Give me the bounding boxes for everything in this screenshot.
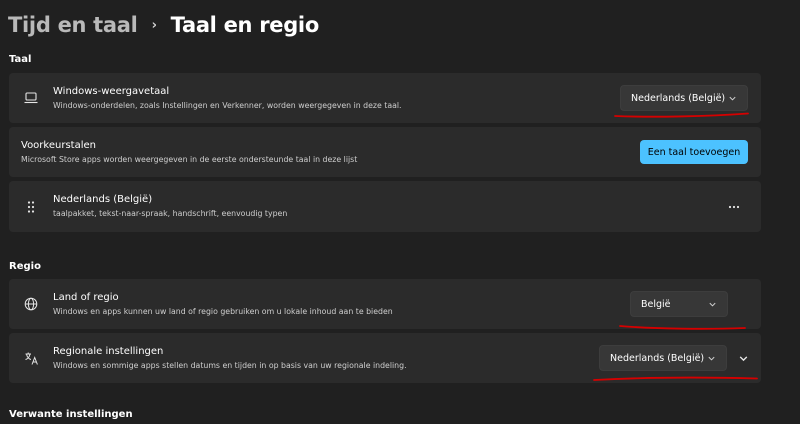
display-language-dropdown[interactable]: Nederlands (België) bbox=[620, 85, 748, 111]
country-region-description: Windows en apps kunnen uw land of regio … bbox=[53, 307, 393, 316]
language-item-title: Nederlands (België) bbox=[53, 194, 153, 205]
chevron-down-icon bbox=[709, 302, 716, 307]
chevron-right-icon: › bbox=[151, 17, 157, 33]
display-language-selected: Nederlands (België) bbox=[631, 92, 726, 104]
section-title-region: Regio bbox=[9, 261, 41, 272]
globe-icon bbox=[21, 294, 41, 314]
annotation-underline bbox=[593, 376, 758, 381]
language-format-icon bbox=[21, 348, 41, 368]
annotation-underline bbox=[619, 325, 746, 330]
more-options-icon[interactable] bbox=[724, 197, 744, 217]
display-language-title: Windows-weergavetaal bbox=[53, 86, 170, 97]
drag-handle-icon[interactable] bbox=[21, 197, 41, 217]
expand-chevron-icon[interactable] bbox=[732, 347, 754, 369]
country-region-dropdown[interactable]: België bbox=[630, 291, 728, 317]
regional-format-title: Regionale instellingen bbox=[53, 346, 164, 357]
section-title-related: Verwante instellingen bbox=[9, 409, 133, 420]
page-title: Taal en regio bbox=[170, 13, 320, 37]
display-language-description: Windows-onderdelen, zoals Instellingen e… bbox=[53, 101, 402, 110]
add-language-button[interactable]: Een taal toevoegen bbox=[640, 140, 748, 164]
breadcrumb-parent-link[interactable]: Tijd en taal bbox=[8, 13, 138, 37]
country-region-selected: België bbox=[641, 298, 671, 310]
chevron-down-icon bbox=[708, 356, 715, 361]
chevron-down-icon bbox=[729, 96, 736, 101]
regional-format-description: Windows en sommige apps stellen datums e… bbox=[53, 361, 407, 370]
laptop-icon bbox=[21, 88, 41, 108]
language-list-item: Nederlands (België) taalpakket, tekst-na… bbox=[9, 181, 761, 232]
regional-format-selected: Nederlands (België) bbox=[610, 352, 705, 364]
language-item-description: taalpakket, tekst-naar-spraak, handschri… bbox=[53, 209, 288, 218]
preferred-languages-card: Voorkeurstalen Microsoft Store apps word… bbox=[9, 127, 761, 177]
section-title-language: Taal bbox=[9, 54, 32, 65]
country-region-title: Land of regio bbox=[53, 292, 119, 303]
annotation-underline bbox=[614, 112, 749, 118]
preferred-languages-description: Microsoft Store apps worden weergegeven … bbox=[21, 155, 358, 164]
regional-format-dropdown[interactable]: Nederlands (België) bbox=[599, 345, 727, 371]
breadcrumb: Tijd en taal › Taal en regio bbox=[8, 8, 319, 42]
preferred-languages-title: Voorkeurstalen bbox=[21, 140, 96, 151]
